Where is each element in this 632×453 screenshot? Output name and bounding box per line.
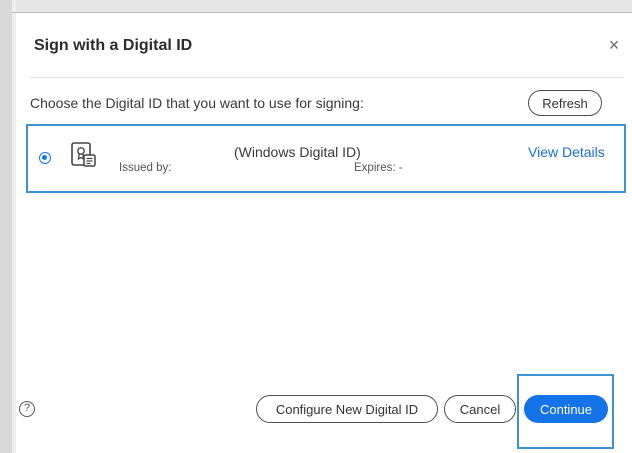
radio-selected-icon[interactable]	[39, 152, 51, 164]
dialog-title: Sign with a Digital ID	[34, 37, 193, 54]
help-icon[interactable]: ?	[19, 401, 35, 417]
refresh-button[interactable]: Refresh	[528, 90, 602, 116]
cancel-button[interactable]: Cancel	[444, 395, 516, 423]
continue-button[interactable]: Continue	[524, 395, 608, 423]
expires-label: Expires: -	[354, 162, 403, 174]
background-window-edge	[0, 0, 12, 453]
choose-id-prompt: Choose the Digital ID that you want to u…	[30, 95, 364, 111]
background-window-top	[0, 0, 632, 12]
issued-by-label: Issued by:	[119, 162, 172, 174]
certificate-icon	[71, 142, 96, 167]
close-icon[interactable]: ×	[604, 33, 624, 57]
view-details-link[interactable]: View Details	[528, 144, 605, 160]
digital-id-name: (Windows Digital ID)	[234, 144, 361, 160]
digital-id-list-item[interactable]: (Windows Digital ID) Issued by: Expires:…	[26, 124, 626, 193]
title-divider	[30, 77, 624, 78]
configure-new-digital-id-button[interactable]: Configure New Digital ID	[256, 395, 438, 423]
